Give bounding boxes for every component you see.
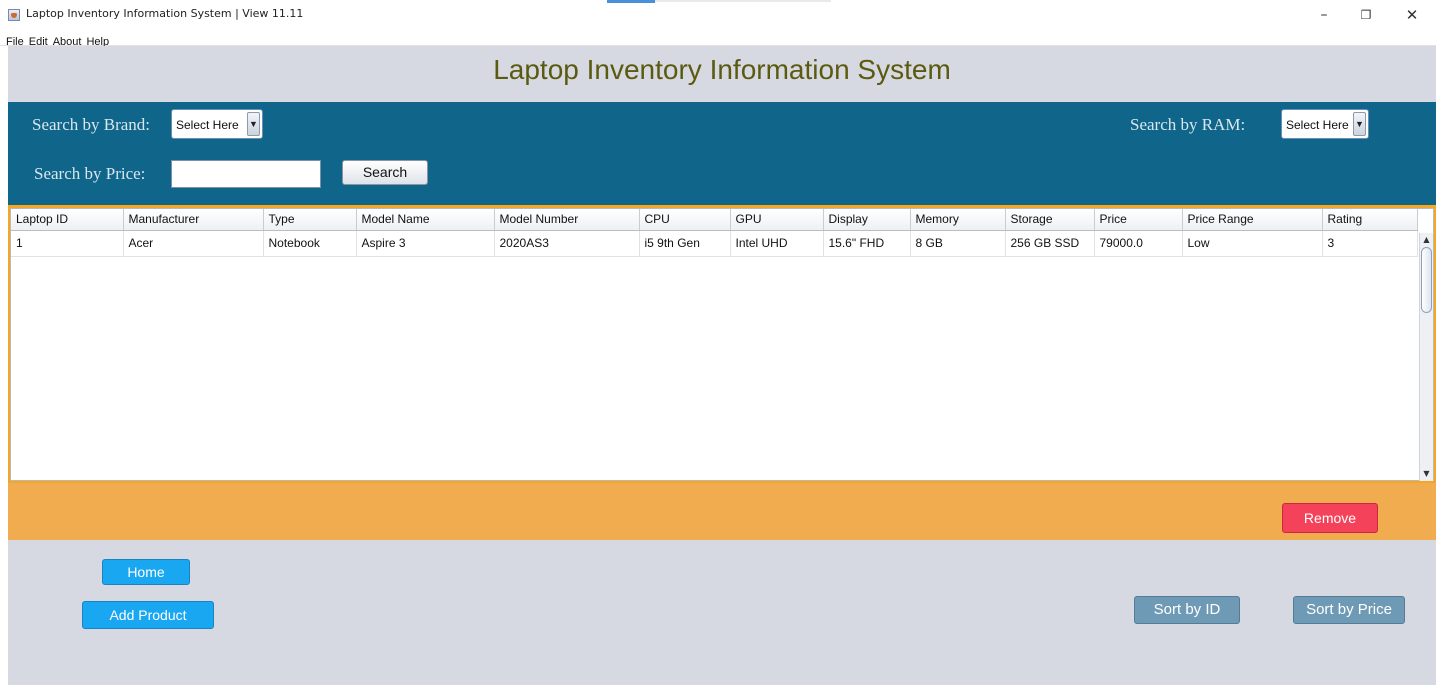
search-button[interactable]: Search bbox=[342, 160, 428, 185]
maximize-icon[interactable]: ❐ bbox=[1351, 4, 1381, 26]
remove-button[interactable]: Remove bbox=[1282, 503, 1378, 533]
column-header-price[interactable]: Price bbox=[1094, 209, 1183, 231]
chevron-down-icon[interactable]: ▼ bbox=[247, 112, 260, 136]
ram-select-value: Select Here bbox=[1286, 118, 1349, 132]
chevron-down-icon[interactable]: ▼ bbox=[1353, 112, 1366, 136]
cell-memory[interactable]: 8 GB bbox=[910, 230, 1006, 257]
scroll-up-icon[interactable]: ▲ bbox=[1421, 234, 1432, 246]
table-container: Laptop ID Manufacturer Type Model Name M… bbox=[8, 205, 1436, 483]
price-search-label: Search by Price: bbox=[34, 164, 146, 183]
header-panel: Laptop Inventory Information System bbox=[8, 46, 1436, 102]
column-header-laptop-id[interactable]: Laptop ID bbox=[11, 209, 124, 231]
column-header-type[interactable]: Type bbox=[263, 209, 357, 231]
sort-by-id-button[interactable]: Sort by ID bbox=[1134, 596, 1240, 624]
column-header-model-name[interactable]: Model Name bbox=[356, 209, 495, 231]
table-header-row: Laptop ID Manufacturer Type Model Name M… bbox=[11, 209, 1418, 231]
footer-panel: Home Add Product Sort by ID Sort by Pric… bbox=[8, 540, 1436, 685]
java-app-icon bbox=[8, 9, 20, 21]
brand-search-label: Search by Brand: bbox=[32, 115, 151, 134]
inventory-table: Laptop ID Manufacturer Type Model Name M… bbox=[11, 209, 1418, 257]
ram-search-label: Search by RAM: bbox=[1130, 115, 1246, 134]
cell-storage[interactable]: 256 GB SSD bbox=[1005, 230, 1095, 257]
table-row[interactable]: 1 Acer Notebook Aspire 3 2020AS3 i5 9th … bbox=[11, 230, 1418, 257]
column-header-display[interactable]: Display bbox=[823, 209, 911, 231]
cell-type[interactable]: Notebook bbox=[263, 230, 357, 257]
inventory-table-viewport: Laptop ID Manufacturer Type Model Name M… bbox=[10, 208, 1434, 481]
title-accent-bar bbox=[607, 0, 655, 3]
column-header-price-range[interactable]: Price Range bbox=[1182, 209, 1323, 231]
scroll-down-icon[interactable]: ▼ bbox=[1421, 468, 1432, 480]
cell-price[interactable]: 79000.0 bbox=[1094, 230, 1183, 257]
title-accent-bar-secondary bbox=[655, 0, 831, 2]
menu-bar: File Edit About Help bbox=[0, 30, 1436, 48]
cell-gpu[interactable]: Intel UHD bbox=[730, 230, 824, 257]
page-title: Laptop Inventory Information System bbox=[493, 54, 951, 85]
scrollbar-thumb[interactable] bbox=[1421, 247, 1432, 313]
column-header-gpu[interactable]: GPU bbox=[730, 209, 824, 231]
home-button[interactable]: Home bbox=[102, 559, 190, 585]
add-product-button[interactable]: Add Product bbox=[82, 601, 214, 629]
vertical-scrollbar[interactable]: ▲ ▼ bbox=[1419, 233, 1433, 481]
cell-laptop-id[interactable]: 1 bbox=[11, 230, 124, 257]
minimize-icon[interactable]: – bbox=[1309, 4, 1339, 26]
cell-rating[interactable]: 3 bbox=[1322, 230, 1418, 257]
column-header-cpu[interactable]: CPU bbox=[639, 209, 731, 231]
column-header-manufacturer[interactable]: Manufacturer bbox=[123, 209, 264, 231]
cell-cpu[interactable]: i5 9th Gen bbox=[639, 230, 731, 257]
close-icon[interactable]: ✕ bbox=[1397, 4, 1427, 26]
action-bar: Remove bbox=[8, 483, 1436, 540]
window-title: Laptop Inventory Information System | Vi… bbox=[26, 7, 304, 20]
cell-display[interactable]: 15.6" FHD bbox=[823, 230, 911, 257]
price-search-input[interactable] bbox=[171, 160, 321, 188]
column-header-model-number[interactable]: Model Number bbox=[494, 209, 640, 231]
cell-model-name[interactable]: Aspire 3 bbox=[356, 230, 495, 257]
search-panel: Search by Brand: Select Here ▼ Search by… bbox=[8, 102, 1436, 205]
cell-price-range[interactable]: Low bbox=[1182, 230, 1323, 257]
cell-model-number[interactable]: 2020AS3 bbox=[494, 230, 640, 257]
brand-select-value: Select Here bbox=[176, 118, 239, 132]
cell-manufacturer[interactable]: Acer bbox=[123, 230, 264, 257]
column-header-rating[interactable]: Rating bbox=[1322, 209, 1418, 231]
ram-select[interactable]: Select Here ▼ bbox=[1281, 109, 1369, 139]
window-titlebar: Laptop Inventory Information System | Vi… bbox=[0, 0, 1436, 30]
sort-by-price-button[interactable]: Sort by Price bbox=[1293, 596, 1405, 624]
brand-select[interactable]: Select Here ▼ bbox=[171, 109, 263, 139]
column-header-memory[interactable]: Memory bbox=[910, 209, 1006, 231]
column-header-storage[interactable]: Storage bbox=[1005, 209, 1095, 231]
